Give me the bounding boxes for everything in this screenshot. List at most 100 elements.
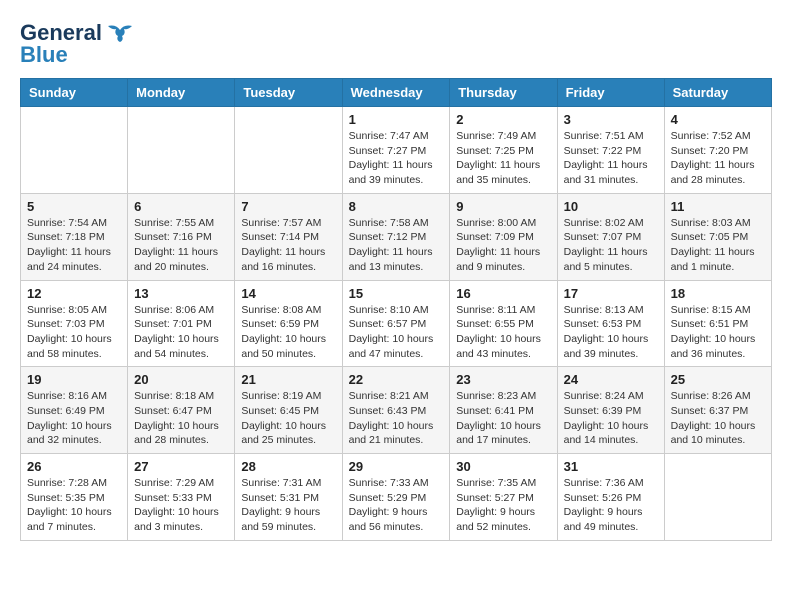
day-number: 29	[349, 459, 444, 474]
header-tuesday: Tuesday	[235, 79, 342, 107]
day-info: Sunrise: 8:05 AM Sunset: 7:03 PM Dayligh…	[27, 303, 121, 362]
calendar-cell: 2 Sunrise: 7:49 AM Sunset: 7:25 PM Daylig…	[450, 107, 557, 194]
day-number: 8	[349, 199, 444, 214]
calendar-cell: 28 Sunrise: 7:31 AM Sunset: 5:31 PM Dayli…	[235, 454, 342, 541]
calendar-cell: 4 Sunrise: 7:52 AM Sunset: 7:20 PM Daylig…	[664, 107, 771, 194]
logo-bird-icon	[106, 22, 134, 44]
day-number: 16	[456, 286, 550, 301]
calendar-cell: 5 Sunrise: 7:54 AM Sunset: 7:18 PM Daylig…	[21, 193, 128, 280]
day-info: Sunrise: 7:51 AM Sunset: 7:22 PM Dayligh…	[564, 129, 658, 188]
logo: General Blue	[20, 20, 134, 68]
calendar-cell: 31Sunrise: 7:36 AM Sunset: 5:26 PM Dayli…	[557, 454, 664, 541]
calendar-cell: 22 Sunrise: 8:21 AM Sunset: 6:43 PM Dayli…	[342, 367, 450, 454]
day-info: Sunrise: 7:55 AM Sunset: 7:16 PM Dayligh…	[134, 216, 228, 275]
calendar-cell: 15Sunrise: 8:10 AM Sunset: 6:57 PM Dayli…	[342, 280, 450, 367]
calendar-cell: 18 Sunrise: 8:15 AM Sunset: 6:51 PM Dayli…	[664, 280, 771, 367]
day-info: Sunrise: 8:16 AM Sunset: 6:49 PM Dayligh…	[27, 389, 121, 448]
day-number: 9	[456, 199, 550, 214]
day-info: Sunrise: 8:21 AM Sunset: 6:43 PM Dayligh…	[349, 389, 444, 448]
calendar-cell: 30 Sunrise: 7:35 AM Sunset: 5:27 PM Dayli…	[450, 454, 557, 541]
day-number: 18	[671, 286, 765, 301]
day-info: Sunrise: 8:00 AM Sunset: 7:09 PM Dayligh…	[456, 216, 550, 275]
calendar-cell: 14Sunrise: 8:08 AM Sunset: 6:59 PM Dayli…	[235, 280, 342, 367]
day-number: 25	[671, 372, 765, 387]
day-info: Sunrise: 8:06 AM Sunset: 7:01 PM Dayligh…	[134, 303, 228, 362]
day-number: 19	[27, 372, 121, 387]
day-info: Sunrise: 8:08 AM Sunset: 6:59 PM Dayligh…	[241, 303, 335, 362]
day-info: Sunrise: 7:35 AM Sunset: 5:27 PM Dayligh…	[456, 476, 550, 535]
day-info: Sunrise: 8:15 AM Sunset: 6:51 PM Dayligh…	[671, 303, 765, 362]
calendar-cell: 11 Sunrise: 8:03 AM Sunset: 7:05 PM Dayli…	[664, 193, 771, 280]
header-thursday: Thursday	[450, 79, 557, 107]
page-header: General Blue	[20, 20, 772, 68]
day-number: 27	[134, 459, 228, 474]
day-info: Sunrise: 7:49 AM Sunset: 7:25 PM Dayligh…	[456, 129, 550, 188]
calendar-cell: 9 Sunrise: 8:00 AM Sunset: 7:09 PM Daylig…	[450, 193, 557, 280]
day-info: Sunrise: 8:26 AM Sunset: 6:37 PM Dayligh…	[671, 389, 765, 448]
day-number: 28	[241, 459, 335, 474]
day-info: Sunrise: 8:24 AM Sunset: 6:39 PM Dayligh…	[564, 389, 658, 448]
day-number: 13	[134, 286, 228, 301]
day-number: 21	[241, 372, 335, 387]
day-number: 6	[134, 199, 228, 214]
calendar-cell	[664, 454, 771, 541]
calendar-cell: 23 Sunrise: 8:23 AM Sunset: 6:41 PM Dayli…	[450, 367, 557, 454]
day-number: 2	[456, 112, 550, 127]
header-wednesday: Wednesday	[342, 79, 450, 107]
day-info: Sunrise: 7:54 AM Sunset: 7:18 PM Dayligh…	[27, 216, 121, 275]
header-saturday: Saturday	[664, 79, 771, 107]
day-info: Sunrise: 8:23 AM Sunset: 6:41 PM Dayligh…	[456, 389, 550, 448]
calendar-cell: 26Sunrise: 7:28 AM Sunset: 5:35 PM Dayli…	[21, 454, 128, 541]
calendar-cell: 20Sunrise: 8:18 AM Sunset: 6:47 PM Dayli…	[128, 367, 235, 454]
day-number: 11	[671, 199, 765, 214]
day-info: Sunrise: 8:11 AM Sunset: 6:55 PM Dayligh…	[456, 303, 550, 362]
day-number: 23	[456, 372, 550, 387]
calendar-cell	[21, 107, 128, 194]
day-number: 12	[27, 286, 121, 301]
day-info: Sunrise: 8:19 AM Sunset: 6:45 PM Dayligh…	[241, 389, 335, 448]
calendar-cell: 17Sunrise: 8:13 AM Sunset: 6:53 PM Dayli…	[557, 280, 664, 367]
day-info: Sunrise: 7:57 AM Sunset: 7:14 PM Dayligh…	[241, 216, 335, 275]
header-friday: Friday	[557, 79, 664, 107]
calendar-week-row: 19 Sunrise: 8:16 AM Sunset: 6:49 PM Dayli…	[21, 367, 772, 454]
calendar-cell: 27 Sunrise: 7:29 AM Sunset: 5:33 PM Dayli…	[128, 454, 235, 541]
day-info: Sunrise: 7:29 AM Sunset: 5:33 PM Dayligh…	[134, 476, 228, 535]
day-info: Sunrise: 8:10 AM Sunset: 6:57 PM Dayligh…	[349, 303, 444, 362]
calendar-cell	[235, 107, 342, 194]
calendar-cell: 12 Sunrise: 8:05 AM Sunset: 7:03 PM Dayli…	[21, 280, 128, 367]
day-number: 4	[671, 112, 765, 127]
day-info: Sunrise: 8:03 AM Sunset: 7:05 PM Dayligh…	[671, 216, 765, 275]
calendar-table: SundayMondayTuesdayWednesdayThursdayFrid…	[20, 78, 772, 541]
calendar-cell: 7 Sunrise: 7:57 AM Sunset: 7:14 PM Daylig…	[235, 193, 342, 280]
calendar-cell: 8 Sunrise: 7:58 AM Sunset: 7:12 PM Daylig…	[342, 193, 450, 280]
day-number: 24	[564, 372, 658, 387]
day-info: Sunrise: 8:13 AM Sunset: 6:53 PM Dayligh…	[564, 303, 658, 362]
day-number: 1	[349, 112, 444, 127]
calendar-cell: 10Sunrise: 8:02 AM Sunset: 7:07 PM Dayli…	[557, 193, 664, 280]
day-info: Sunrise: 8:02 AM Sunset: 7:07 PM Dayligh…	[564, 216, 658, 275]
day-info: Sunrise: 7:47 AM Sunset: 7:27 PM Dayligh…	[349, 129, 444, 188]
day-info: Sunrise: 7:33 AM Sunset: 5:29 PM Dayligh…	[349, 476, 444, 535]
calendar-week-row: 12 Sunrise: 8:05 AM Sunset: 7:03 PM Dayli…	[21, 280, 772, 367]
header-monday: Monday	[128, 79, 235, 107]
calendar-cell: 3 Sunrise: 7:51 AM Sunset: 7:22 PM Daylig…	[557, 107, 664, 194]
day-number: 3	[564, 112, 658, 127]
day-number: 20	[134, 372, 228, 387]
calendar-cell: 6 Sunrise: 7:55 AM Sunset: 7:16 PM Daylig…	[128, 193, 235, 280]
day-info: Sunrise: 7:58 AM Sunset: 7:12 PM Dayligh…	[349, 216, 444, 275]
day-number: 22	[349, 372, 444, 387]
calendar-cell: 13 Sunrise: 8:06 AM Sunset: 7:01 PM Dayli…	[128, 280, 235, 367]
day-info: Sunrise: 7:31 AM Sunset: 5:31 PM Dayligh…	[241, 476, 335, 535]
calendar-cell	[128, 107, 235, 194]
day-info: Sunrise: 7:52 AM Sunset: 7:20 PM Dayligh…	[671, 129, 765, 188]
day-number: 7	[241, 199, 335, 214]
day-number: 5	[27, 199, 121, 214]
calendar-cell: 29 Sunrise: 7:33 AM Sunset: 5:29 PM Dayli…	[342, 454, 450, 541]
calendar-cell: 21 Sunrise: 8:19 AM Sunset: 6:45 PM Dayli…	[235, 367, 342, 454]
calendar-cell: 19 Sunrise: 8:16 AM Sunset: 6:49 PM Dayli…	[21, 367, 128, 454]
calendar-cell: 16 Sunrise: 8:11 AM Sunset: 6:55 PM Dayli…	[450, 280, 557, 367]
header-sunday: Sunday	[21, 79, 128, 107]
day-info: Sunrise: 7:36 AM Sunset: 5:26 PM Dayligh…	[564, 476, 658, 535]
day-number: 30	[456, 459, 550, 474]
calendar-header-row: SundayMondayTuesdayWednesdayThursdayFrid…	[21, 79, 772, 107]
